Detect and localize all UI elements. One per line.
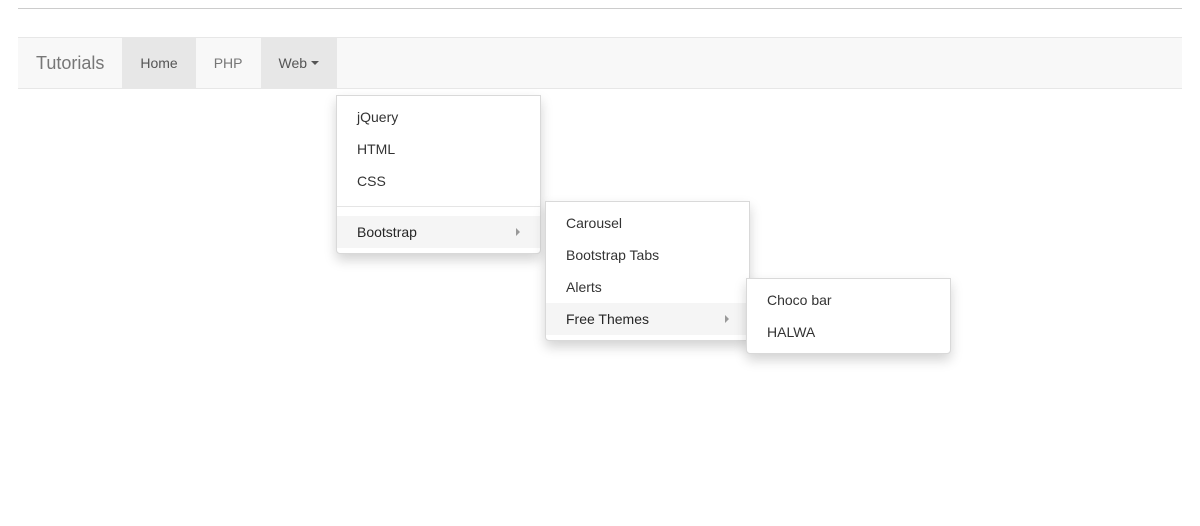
dropdown-item-halwa[interactable]: HALWA bbox=[747, 316, 950, 348]
dropdown-item-bootstrap-tabs[interactable]: Bootstrap Tabs bbox=[546, 239, 749, 271]
nav-list: Home PHP Web bbox=[122, 38, 337, 88]
dropdown-divider bbox=[337, 206, 540, 207]
dropdown-menu-free-themes: Choco bar HALWA bbox=[746, 278, 951, 354]
dropdown-label: HALWA bbox=[767, 324, 815, 340]
dropdown-label: Carousel bbox=[566, 215, 622, 231]
dropdown-label: HTML bbox=[357, 141, 395, 157]
dropdown-item-carousel[interactable]: Carousel bbox=[546, 207, 749, 239]
dropdown-item-jquery[interactable]: jQuery bbox=[337, 101, 540, 133]
dropdown-label: Alerts bbox=[566, 279, 602, 295]
dropdown-label: Free Themes bbox=[566, 311, 649, 327]
dropdown-label: CSS bbox=[357, 173, 386, 189]
dropdown-label: Choco bar bbox=[767, 292, 832, 308]
navbar: Tutorials Home PHP Web bbox=[18, 37, 1182, 89]
nav-item-php[interactable]: PHP bbox=[196, 38, 261, 88]
dropdown-label: jQuery bbox=[357, 109, 398, 125]
nav-item-web[interactable]: Web bbox=[261, 38, 338, 88]
dropdown-item-html[interactable]: HTML bbox=[337, 133, 540, 165]
dropdown-menu-web: jQuery HTML CSS Bootstrap bbox=[336, 95, 541, 254]
chevron-right-icon bbox=[516, 228, 520, 236]
dropdown-item-alerts[interactable]: Alerts bbox=[546, 271, 749, 303]
dropdown-label: Bootstrap Tabs bbox=[566, 247, 659, 263]
dropdown-item-choco-bar[interactable]: Choco bar bbox=[747, 284, 950, 316]
navbar-brand[interactable]: Tutorials bbox=[18, 38, 122, 88]
caret-down-icon bbox=[311, 61, 319, 65]
dropdown-item-bootstrap[interactable]: Bootstrap bbox=[337, 216, 540, 248]
nav-label: Home bbox=[140, 55, 177, 71]
nav-label: Web bbox=[279, 55, 308, 71]
dropdown-label: Bootstrap bbox=[357, 224, 417, 240]
nav-item-home[interactable]: Home bbox=[122, 38, 195, 88]
dropdown-item-free-themes[interactable]: Free Themes bbox=[546, 303, 749, 335]
top-divider bbox=[18, 8, 1182, 9]
chevron-right-icon bbox=[725, 315, 729, 323]
dropdown-item-css[interactable]: CSS bbox=[337, 165, 540, 197]
dropdown-menu-bootstrap: Carousel Bootstrap Tabs Alerts Free Them… bbox=[545, 201, 750, 341]
nav-label: PHP bbox=[214, 55, 243, 71]
